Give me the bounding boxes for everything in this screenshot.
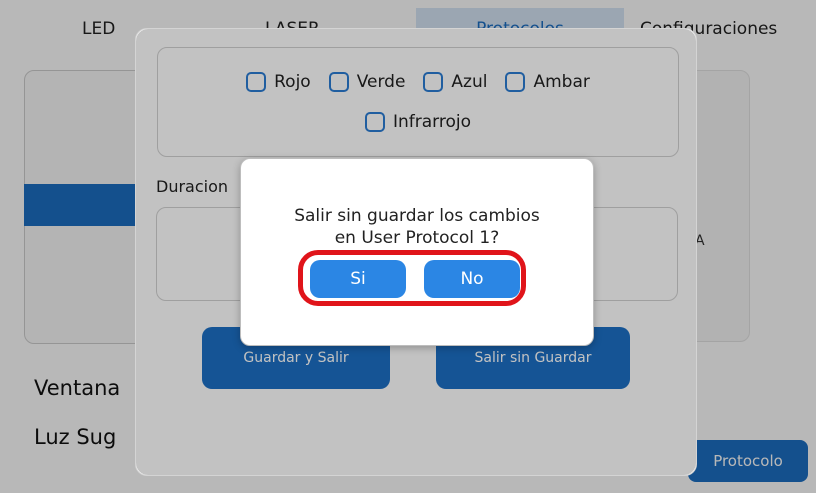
modal-message-line2: en User Protocol 1? — [334, 228, 500, 248]
yes-button[interactable]: Si — [310, 260, 406, 298]
no-button[interactable]: No — [424, 260, 520, 298]
app-screen: LED LASER Protocolos Configuraciones A V… — [0, 0, 816, 493]
modal-message: Salir sin guardar los cambios en User Pr… — [241, 205, 593, 249]
modal-message-line1: Salir sin guardar los cambios — [294, 206, 540, 226]
